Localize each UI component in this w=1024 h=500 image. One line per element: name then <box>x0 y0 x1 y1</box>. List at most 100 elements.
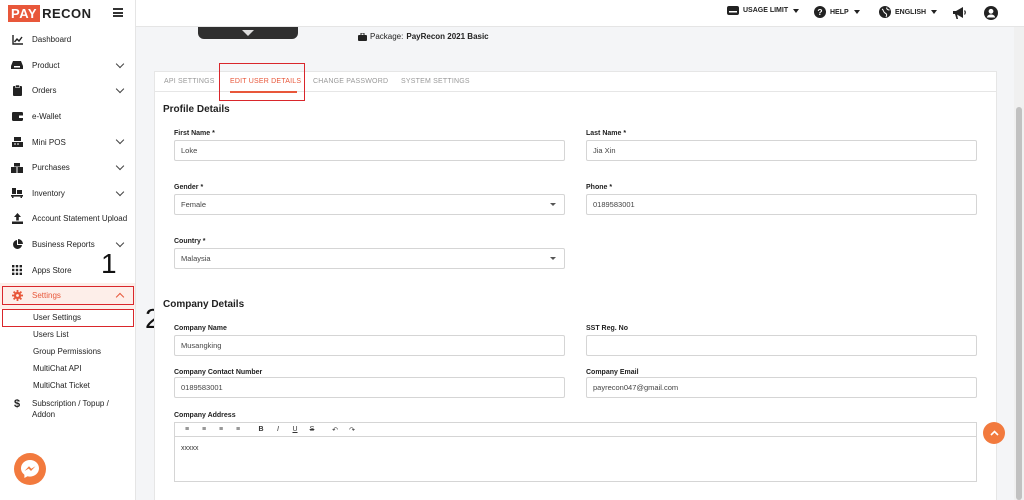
boxes-icon <box>11 162 23 174</box>
submenu-item-group-permissions[interactable]: Group Permissions <box>0 343 135 360</box>
country-select[interactable]: Malaysia <box>174 248 565 269</box>
sidebar-item-label: e-Wallet <box>32 112 62 122</box>
sidebar-item-account-statement-upload[interactable]: Account Statement Upload <box>0 206 135 232</box>
logo-pay: PAY <box>8 5 41 22</box>
last-name-input[interactable]: Jia Xin <box>586 140 977 161</box>
messenger-chat-button[interactable] <box>14 453 46 485</box>
sidebar-item-product[interactable]: Product <box>0 53 135 79</box>
align-justify-icon[interactable]: ≡ <box>234 426 242 433</box>
highlight-box-edit-user-details <box>219 63 305 101</box>
phone-label: Phone * <box>586 184 613 191</box>
sidebar-item-ewallet[interactable]: e-Wallet <box>0 104 135 130</box>
caret-down-icon <box>931 10 938 14</box>
help-label: HELP <box>830 8 849 16</box>
sidebar-item-orders[interactable]: Orders <box>0 78 135 104</box>
scrollbar-thumb[interactable] <box>1016 107 1022 500</box>
chart-line-icon <box>11 34 23 46</box>
language-menu[interactable]: ENGLISH <box>879 6 938 18</box>
package-value: PayRecon 2021 Basic <box>406 32 489 41</box>
sst-reg-no-input[interactable] <box>586 335 977 356</box>
submenu-item-multichat-ticket[interactable]: MultiChat Ticket <box>0 377 135 394</box>
tab-change-password[interactable]: CHANGE PASSWORD <box>313 78 388 85</box>
company-contact-input[interactable]: 0189583001 <box>174 377 565 398</box>
company-name-label: Company Name <box>174 325 227 332</box>
sidebar-item-mini-pos[interactable]: Mini POS <box>0 129 135 155</box>
sidebar-item-label: Product <box>32 60 60 70</box>
logo-recon: RECON <box>42 6 92 21</box>
country-value: Malaysia <box>181 254 211 263</box>
align-right-icon[interactable]: ≡ <box>217 426 225 433</box>
messenger-icon <box>21 460 39 478</box>
sidebar-item-label: Apps Store <box>32 265 72 275</box>
sidebar-item-dashboard[interactable]: Dashboard <box>0 27 135 53</box>
profile-details-heading: Profile Details <box>163 104 230 115</box>
page-scrollbar[interactable] <box>1014 27 1024 500</box>
megaphone-icon <box>953 7 966 19</box>
phone-input[interactable]: 0189583001 <box>586 194 977 215</box>
italic-icon[interactable]: I <box>274 426 282 433</box>
bold-icon[interactable]: B <box>257 426 265 433</box>
company-email-input[interactable]: payrecon047@gmail.com <box>586 377 977 398</box>
usage-limit-menu[interactable]: USAGE LIMIT <box>727 6 800 15</box>
sidebar-item-purchases[interactable]: Purchases <box>0 155 135 181</box>
redo-icon[interactable]: ↷ <box>348 426 356 434</box>
package-label: Package: <box>370 32 404 41</box>
tab-system-settings[interactable]: SYSTEM SETTINGS <box>401 78 470 85</box>
svg-text:?: ? <box>817 7 822 17</box>
globe-icon <box>879 6 891 18</box>
sidebar-item-subscription[interactable]: $ Subscription / Topup / Addon <box>0 394 135 424</box>
help-menu[interactable]: ? HELP <box>814 6 860 18</box>
help-icon: ? <box>814 6 826 18</box>
language-label: ENGLISH <box>895 8 927 16</box>
undo-icon[interactable]: ↶ <box>331 426 339 434</box>
chevron-down-icon <box>115 238 125 247</box>
gender-select[interactable]: Female <box>174 194 565 215</box>
submenu-item-users-list[interactable]: Users List <box>0 326 135 343</box>
strikethrough-icon[interactable]: S <box>308 426 316 433</box>
announcement-button[interactable] <box>953 7 966 19</box>
user-avatar-icon <box>984 6 998 20</box>
sst-reg-no-label: SST Reg. No <box>586 325 629 332</box>
pos-icon <box>11 136 23 148</box>
pie-chart-icon <box>11 239 23 251</box>
company-email-label: Company Email <box>586 369 639 376</box>
first-name-input[interactable]: Loke <box>174 140 565 161</box>
caret-down-icon <box>793 8 800 13</box>
first-name-value: Loke <box>181 146 198 155</box>
submenu-item-multichat-api[interactable]: MultiChat API <box>0 360 135 377</box>
sidebar-item-label: Subscription / Topup / Addon <box>32 398 109 419</box>
annotation-step-1: 1 <box>101 248 117 279</box>
phone-value: 0189583001 <box>593 200 635 209</box>
user-account-button[interactable] <box>984 6 998 20</box>
sidebar-item-label: Account Statement Upload <box>32 214 128 224</box>
usage-limit-label: USAGE LIMIT <box>743 7 789 14</box>
back-to-top-button[interactable] <box>983 422 1005 444</box>
align-left-icon[interactable]: ≡ <box>183 426 191 433</box>
company-details-heading: Company Details <box>163 299 245 310</box>
company-address-value[interactable]: xxxxx <box>175 437 976 460</box>
sidebar-item-label: Business Reports <box>32 240 95 250</box>
dropdown-caret-icon <box>550 203 556 206</box>
align-center-icon[interactable]: ≡ <box>200 426 208 433</box>
company-email-value: payrecon047@gmail.com <box>593 383 679 392</box>
sidebar-item-label: Orders <box>32 86 57 96</box>
first-name-label: First Name * <box>174 130 215 137</box>
server-icon <box>727 6 739 15</box>
tab-api-settings[interactable]: API SETTINGS <box>164 78 215 85</box>
profile-image-preview <box>198 27 298 39</box>
pallet-icon <box>11 187 23 199</box>
sidebar-item-label: Purchases <box>32 163 70 173</box>
hamburger-icon[interactable] <box>113 8 123 17</box>
grid-icon <box>11 264 23 276</box>
company-contact-value: 0189583001 <box>181 383 223 392</box>
company-contact-label: Company Contact Number <box>174 369 263 376</box>
underline-icon[interactable]: U <box>291 426 299 433</box>
sidebar-item-inventory[interactable]: Inventory <box>0 181 135 207</box>
sidebar-item-label: Dashboard <box>32 35 72 45</box>
last-name-value: Jia Xin <box>593 146 616 155</box>
logo[interactable]: PAY RECON <box>0 0 135 27</box>
dropdown-caret-icon <box>550 257 556 260</box>
chevron-down-icon <box>115 59 125 68</box>
company-name-input[interactable]: Musangking <box>174 335 565 356</box>
company-address-editor[interactable]: ≡ ≡ ≡ ≡ B I U S ↶ ↷ xxxxx <box>174 422 977 482</box>
